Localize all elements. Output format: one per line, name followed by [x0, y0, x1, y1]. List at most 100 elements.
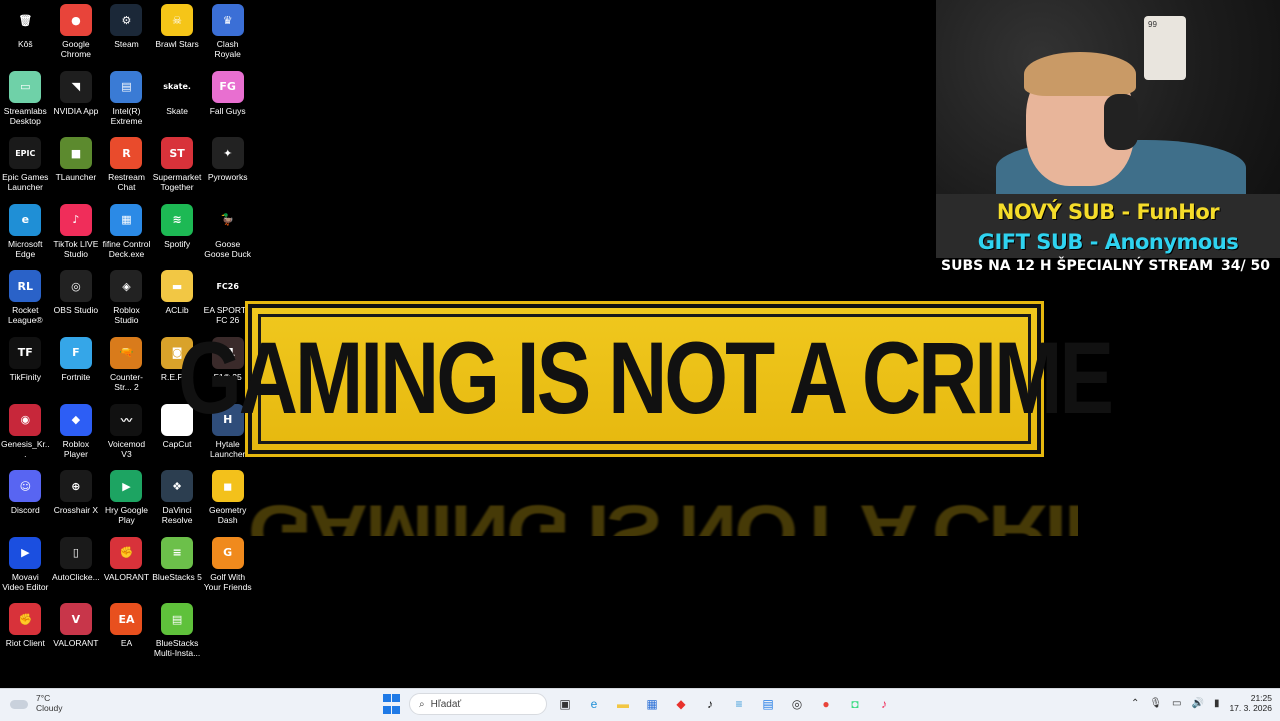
desktop-icon-label: Epic Games Launcher — [2, 172, 49, 193]
app-icon: EA — [110, 603, 143, 636]
app-icon: ▤ — [161, 603, 194, 636]
desktop-icon[interactable]: ▤Intel(R) Extreme Tu... — [101, 67, 152, 134]
notepad-taskbar-icon[interactable]: ≡ — [728, 693, 750, 715]
desktop-icon-label: Crosshair X — [53, 505, 99, 516]
app-icon: ▶ — [9, 536, 42, 569]
app-icon: ▦ — [110, 203, 143, 236]
app-icon: F — [59, 336, 92, 369]
desktop-icon-label: Pyroworks — [207, 172, 248, 183]
desktop-icon[interactable]: ▭ Streamlabs Desktop — [0, 67, 51, 134]
edge-taskbar-icon[interactable]: e — [583, 693, 605, 715]
streamer-hair — [1024, 52, 1136, 96]
app-icon: ♪ — [59, 203, 92, 236]
desktop-icon[interactable]: ◥ NVIDIA App — [51, 67, 102, 134]
desktop-icon[interactable]: TF TikFinity — [0, 333, 51, 400]
desktop-icon-label: Streamlabs Desktop — [3, 105, 47, 126]
desktop-icon[interactable]: ST Supermarket Together — [152, 133, 203, 200]
tiktok-live-taskbar-icon[interactable]: ♪ — [873, 693, 895, 715]
desktop-icon[interactable]: e Microsoft Edge — [0, 200, 51, 267]
sub-goal-bar: SUBS NA 12 H ŠPECIALNÝ STREAM 34/ 50 — [936, 258, 1280, 278]
desktop-icon[interactable]: ● Google Chrome — [51, 0, 102, 67]
desktop-icon[interactable]: ☠ Brawl Stars — [152, 0, 203, 67]
desktop-icon[interactable]: ◎ OBS Studio — [51, 266, 102, 333]
desktop-icon[interactable]: R Restream Chat — [101, 133, 152, 200]
banner-frame: GAMING IS NOT A CRIME — [178, 314, 1114, 444]
store-taskbar-icon[interactable]: ▦ — [641, 693, 663, 715]
banner-reflection: GAMING IS NOT A CRIME — [248, 456, 1078, 537]
desktop-icon[interactable]: ✊ VALORANT — [101, 533, 152, 600]
desktop-icon[interactable]: F Fortnite — [51, 333, 102, 400]
desktop-icon[interactable]: 🔫 Counter-Str... 2 — [101, 333, 152, 400]
app-red-taskbar-icon[interactable]: ◆ — [670, 693, 692, 715]
android-taskbar-icon[interactable]: ◘ — [844, 693, 866, 715]
desktop-icon[interactable]: ▤ BlueStacks Multi-Insta... — [152, 599, 203, 666]
desktop-icon[interactable]: skate. Skate — [152, 67, 203, 134]
desktop-icon[interactable]: ♪ TikTok LIVE Studio — [51, 200, 102, 267]
search-icon: ⌕ — [419, 698, 425, 710]
clock[interactable]: 21:25 17. 3. 2026 — [1229, 693, 1272, 713]
desktop-icon[interactable]: G Golf With Your Friends — [202, 533, 253, 600]
app-icon: FC26 — [211, 270, 244, 303]
app-icon: ▯ — [59, 536, 92, 569]
desktop-icon[interactable]: FG Fall Guys — [202, 67, 253, 134]
desktop-icon[interactable]: EPIC Epic Games Launcher — [0, 133, 51, 200]
desktop-icon[interactable]: ▯ AutoClicke... — [51, 533, 102, 600]
taskbar-search[interactable]: ⌕ Hľadať — [409, 693, 547, 715]
banner-reflection-text: GAMING IS NOT A CRIME — [248, 489, 1078, 537]
desktop-icon-label: Fortnite — [61, 371, 91, 382]
battery-icon[interactable]: ▮ — [1214, 698, 1220, 709]
desktop-icon[interactable]: 〰 Voicemod V3 — [101, 400, 152, 467]
desktop-icon[interactable]: ◈ Roblox Studio — [101, 266, 152, 333]
desktop-icon[interactable]: ≡ BlueStacks 5 — [152, 533, 203, 600]
headset-icon — [1104, 94, 1138, 150]
desktop-icon-label: Microsoft Edge — [8, 238, 43, 259]
desktop-icon-label: VALORANT — [103, 571, 150, 582]
desktop-icon[interactable]: ▦ fifine Control Deck.exe — [101, 200, 152, 267]
microphone-icon[interactable]: 🎙 — [1149, 698, 1162, 709]
start-button[interactable] — [380, 693, 402, 715]
chrome-taskbar-icon[interactable]: ● — [815, 693, 837, 715]
tiktok-taskbar-icon[interactable]: ♪ — [699, 693, 721, 715]
desktop-icon-label: Kôš — [17, 39, 33, 49]
player-card-image: 99 — [1144, 16, 1186, 80]
desktop-icon-label: DaVinci Resolve — [161, 505, 193, 526]
desktop-icon[interactable]: ◆ Roblox Player — [51, 400, 102, 467]
obs-taskbar-icon[interactable]: ◎ — [786, 693, 808, 715]
file-explorer-taskbar-icon[interactable]: ▬ — [612, 693, 634, 715]
desktop-icon[interactable]: 🦆 Goose Goose Duck — [202, 200, 253, 267]
volume-icon[interactable]: 🔊 — [1191, 698, 1203, 709]
desktop-icon[interactable]: ❖ DaVinci Resolve — [152, 466, 203, 533]
desktop-icon[interactable]: ☺ Discord — [0, 466, 51, 533]
desktop-icon[interactable]: ♛ Clash Royale — [202, 0, 253, 67]
desktop-icon[interactable]: ⊕ Crosshair X — [51, 466, 102, 533]
monitor-taskbar-icon[interactable]: ▤ — [757, 693, 779, 715]
gift-sub-alert: GIFT SUB - Anonymous — [977, 230, 1239, 254]
desktop-icon[interactable]: RL Rocket League® — [0, 266, 51, 333]
desktop-icon[interactable]: EA EA — [101, 599, 152, 666]
wallpaper-banner: GAMING IS NOT A CRIME — [178, 301, 1114, 457]
desktop-icon[interactable]: ≋ Spotify — [152, 200, 203, 267]
network-icon[interactable]: ▭ — [1172, 698, 1181, 709]
app-icon: 🦆 — [220, 213, 235, 227]
task-view-taskbar-icon[interactable]: ▣ — [554, 693, 576, 715]
desktop-icon-label: Brawl Stars — [155, 39, 199, 49]
weather-widget[interactable]: 7°C Cloudy — [8, 693, 62, 713]
desktop-icon[interactable]: ✊ Riot Client — [0, 599, 51, 666]
desktop-icon[interactable]: V VALORANT — [51, 599, 102, 666]
desktop-icon[interactable]: ✦ Pyroworks — [202, 133, 253, 200]
desktop-icon-label: Hytale Launcher — [209, 438, 246, 459]
app-icon: ✊ — [110, 536, 143, 569]
desktop-icon[interactable]: ⚙ Steam — [101, 0, 152, 67]
desktop-icon[interactable]: ■ TLauncher — [51, 133, 102, 200]
desktop-icon[interactable]: ◉ Genesis_Kr... — [0, 400, 51, 467]
desktop-icon[interactable]: ◼ Geometry Dash — [202, 466, 253, 533]
desktop-icon-label: Riot Client — [5, 638, 45, 649]
app-icon: ✊ — [9, 603, 42, 636]
desktop-icon[interactable]: 🗑 Kôš — [0, 0, 51, 67]
desktop-icon[interactable]: ▶ Hry Google Play — [101, 466, 152, 533]
chevron-up-icon[interactable]: ⌃ — [1131, 698, 1139, 709]
desktop-icon[interactable]: ▶Movavi Video Editor 25 — [0, 533, 51, 600]
desktop-icon-label: BlueStacks 5 — [152, 571, 202, 582]
desktop-icon-label: Voicemod V3 — [107, 438, 146, 459]
app-icon: ◆ — [59, 403, 92, 436]
